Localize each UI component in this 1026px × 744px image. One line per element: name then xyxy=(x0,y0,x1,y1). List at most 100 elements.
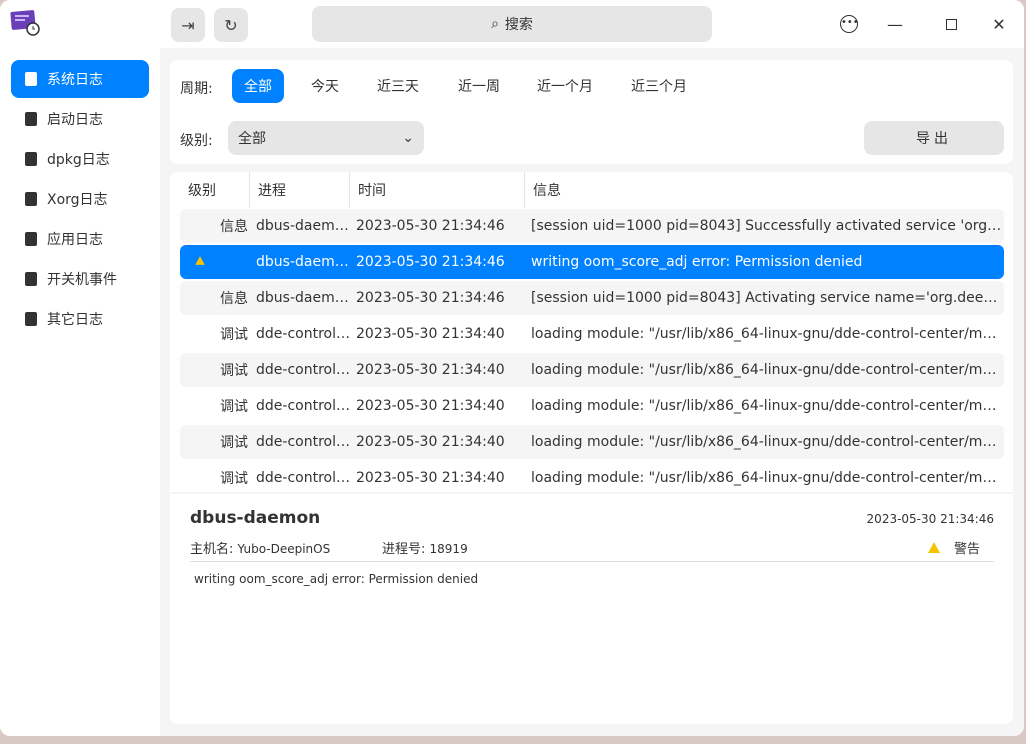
sidebar-item-boot-log[interactable]: 启动日志 xyxy=(11,100,149,138)
app-log-icon xyxy=(25,232,37,246)
row-level: 调试 xyxy=(220,327,248,343)
table-row[interactable]: 调试 dde-control-center 2023-05-30 21:34:40 l… xyxy=(180,389,1004,423)
level-label: 级别: xyxy=(180,133,213,149)
log-table: 级别 进程 时间 信息 信息 dbus-daemon 2023-05-30 21:3… xyxy=(170,172,1013,492)
row-level: 调试 xyxy=(220,363,248,379)
col-info[interactable]: 信息 xyxy=(525,172,1013,208)
app-logo-icon xyxy=(10,10,40,36)
maximize-button[interactable] xyxy=(939,12,963,36)
period-all[interactable]: 全部 xyxy=(232,69,284,103)
col-process[interactable]: 进程 xyxy=(250,172,350,208)
sidebar-item-label: dpkg日志 xyxy=(47,152,110,168)
chevron-down-icon: ⌄ xyxy=(402,130,414,146)
app-window: ⇥ ↻ ⌕ 搜索 ••• — ✕ 系统日志 启动日志 dpkg日志 Xorg日志 … xyxy=(0,0,1024,736)
row-info: loading module: "/usr/lib/x86_64-linux-g… xyxy=(531,362,1004,378)
period-month[interactable]: 近一个月 xyxy=(525,69,605,103)
row-time: 2023-05-30 21:34:46 xyxy=(356,254,505,270)
row-time: 2023-05-30 21:34:46 xyxy=(356,290,505,306)
sidebar-item-app-log[interactable]: 应用日志 xyxy=(11,220,149,258)
main-area: 周期: 全部 今天 近三天 近一周 近一个月 近三个月 级别: 全部 ⌄ 导出 级… xyxy=(160,48,1024,736)
divider xyxy=(190,561,994,562)
refresh-button[interactable]: ↻ xyxy=(214,8,248,42)
export-log-button[interactable]: ⇥ xyxy=(171,8,205,42)
row-info: loading module: "/usr/lib/x86_64-linux-g… xyxy=(531,434,1004,450)
row-process: dde-control-center xyxy=(256,398,350,414)
table-row[interactable]: 信息 dbus-daemon 2023-05-30 21:34:46 [session… xyxy=(180,281,1004,315)
row-process: dbus-daemon xyxy=(256,254,350,270)
detail-pid: 进程号: 18919 xyxy=(382,538,468,557)
close-icon: ✕ xyxy=(992,14,1006,34)
detail-process: dbus-daemon xyxy=(190,508,321,528)
detail-time: 2023-05-30 21:34:46 xyxy=(866,512,994,526)
row-time: 2023-05-30 21:34:40 xyxy=(356,398,505,414)
row-level: 调试 xyxy=(220,471,248,487)
detail-host: 主机名: Yubo-DeepinOS xyxy=(190,538,330,557)
menu-button[interactable]: ••• xyxy=(837,12,861,36)
row-process: dde-control-center xyxy=(256,362,350,378)
row-process: dde-control-center xyxy=(256,434,350,450)
pid-value: 18919 xyxy=(429,542,468,556)
more-icon: ••• xyxy=(840,15,859,33)
minimize-button[interactable]: — xyxy=(883,12,907,36)
sidebar-item-label: Xorg日志 xyxy=(47,192,108,208)
search-placeholder: 搜索 xyxy=(504,17,533,33)
row-level: 信息 xyxy=(220,291,248,307)
table-header: 级别 进程 时间 信息 xyxy=(170,172,1013,208)
row-level xyxy=(180,254,250,270)
detail-message: writing oom_score_adj error: Permission … xyxy=(194,572,479,586)
close-button[interactable]: ✕ xyxy=(987,12,1011,36)
level-value: 全部 xyxy=(238,131,266,147)
exit-icon: ⇥ xyxy=(181,15,195,35)
host-label: 主机名: xyxy=(190,542,234,557)
table-row[interactable]: dbus-daemon 2023-05-30 21:34:46 writing oo… xyxy=(180,245,1004,279)
sidebar-item-dpkg-log[interactable]: dpkg日志 xyxy=(11,140,149,178)
col-level[interactable]: 级别 xyxy=(170,172,250,208)
sidebar-item-label: 启动日志 xyxy=(47,112,103,128)
other-log-icon xyxy=(25,312,37,326)
row-time: 2023-05-30 21:34:40 xyxy=(356,434,505,450)
export-button[interactable]: 导出 xyxy=(864,121,1004,155)
sidebar-item-xorg-log[interactable]: Xorg日志 xyxy=(11,180,149,218)
table-row[interactable]: 信息 dbus-daemon 2023-05-30 21:34:46 [session… xyxy=(180,209,1004,243)
refresh-icon: ↻ xyxy=(224,15,238,35)
row-process: dbus-daemon xyxy=(256,290,350,306)
row-info: loading module: "/usr/lib/x86_64-linux-g… xyxy=(531,470,1004,486)
detail-level: 警告 xyxy=(927,538,980,557)
detail-panel: dbus-daemon 2023-05-30 21:34:46 主机名: Yub… xyxy=(170,494,1013,724)
col-time[interactable]: 时间 xyxy=(350,172,525,208)
sidebar-item-label: 开关机事件 xyxy=(47,272,117,288)
boot-log-icon xyxy=(25,112,37,126)
table-row[interactable]: 调试 dde-control-center 2023-05-30 21:34:40 l… xyxy=(180,425,1004,459)
row-time: 2023-05-30 21:34:46 xyxy=(356,218,505,234)
sidebar-item-system-log[interactable]: 系统日志 xyxy=(11,60,149,98)
sidebar-item-other-log[interactable]: 其它日志 xyxy=(11,300,149,338)
row-process: dde-control-center xyxy=(256,470,350,486)
filter-panel: 周期: 全部 今天 近三天 近一周 近一个月 近三个月 级别: 全部 ⌄ 导出 xyxy=(170,60,1013,164)
period-today[interactable]: 今天 xyxy=(299,69,351,103)
clipboard-icon xyxy=(25,72,37,86)
period-3days[interactable]: 近三天 xyxy=(365,69,431,103)
table-row[interactable]: 调试 dde-control-center 2023-05-30 21:34:40 l… xyxy=(180,353,1004,387)
sidebar-item-label: 系统日志 xyxy=(47,72,103,88)
table-row[interactable]: 调试 dde-control-center 2023-05-30 21:34:40 l… xyxy=(180,317,1004,351)
sidebar-item-power-events[interactable]: 开关机事件 xyxy=(11,260,149,298)
row-info: [session uid=1000 pid=8043] Activating s… xyxy=(531,290,1004,306)
xorg-icon xyxy=(25,192,37,206)
row-info: writing oom_score_adj error: Permission … xyxy=(531,254,863,270)
host-value: Yubo-DeepinOS xyxy=(237,542,331,556)
period-week[interactable]: 近一周 xyxy=(446,69,512,103)
level-select[interactable]: 全部 ⌄ xyxy=(228,121,424,155)
pid-label: 进程号: xyxy=(382,542,426,557)
package-icon xyxy=(25,152,37,166)
titlebar: ⇥ ↻ ⌕ 搜索 ••• — ✕ xyxy=(0,0,1024,48)
row-info: loading module: "/usr/lib/x86_64-linux-g… xyxy=(531,326,1004,342)
search-input[interactable]: ⌕ 搜索 xyxy=(312,6,712,42)
row-time: 2023-05-30 21:34:40 xyxy=(356,362,505,378)
table-row[interactable]: 调试 dde-control-center 2023-05-30 21:34:40 l… xyxy=(180,461,1004,495)
row-process: dde-control-center xyxy=(256,326,350,342)
search-icon: ⌕ xyxy=(491,16,499,32)
sidebar-item-label: 应用日志 xyxy=(47,232,103,248)
row-info: loading module: "/usr/lib/x86_64-linux-g… xyxy=(531,398,1004,414)
period-3months[interactable]: 近三个月 xyxy=(619,69,699,103)
row-level: 调试 xyxy=(220,435,248,451)
